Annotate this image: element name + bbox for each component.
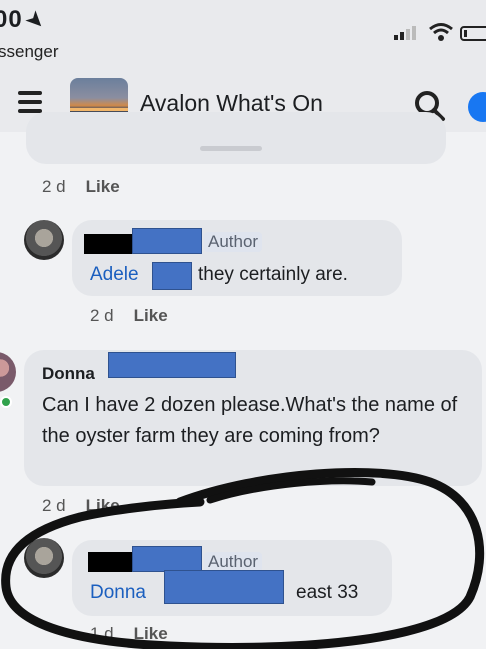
like-button[interactable]: Like: [134, 624, 168, 644]
author-badge: Author: [204, 552, 263, 572]
mention-link[interactable]: Donna: [90, 582, 146, 604]
status-time-text: 00: [0, 6, 23, 33]
like-button[interactable]: Like: [134, 306, 168, 326]
comments-feed: 2 d Like Author Adele they certainly are…: [0, 112, 486, 649]
comment-text: they certainly are.: [198, 264, 348, 285]
mention-link[interactable]: Adele: [90, 264, 139, 286]
comment-meta: 1 d Like: [90, 624, 168, 644]
comment-meta: 2 d Like: [42, 496, 120, 516]
comment-time: 2 d: [42, 177, 66, 196]
redaction-blue: [152, 262, 192, 290]
back-to-app-link[interactable]: ssenger: [0, 42, 58, 62]
comment-meta: 2 d Like: [42, 177, 120, 197]
redaction-blue: [108, 352, 236, 378]
location-arrow-icon: ➤: [21, 6, 50, 35]
redaction-blue: [132, 546, 202, 572]
previous-comment-bubble[interactable]: [26, 112, 446, 164]
signal-icon: [394, 26, 416, 40]
comment-time: 2 d: [42, 496, 66, 515]
scroll-handle: [200, 146, 262, 151]
wifi-icon: [429, 23, 453, 41]
commenter-name[interactable]: Donna: [42, 364, 95, 384]
menu-icon[interactable]: [18, 91, 42, 113]
avatar[interactable]: [0, 352, 16, 392]
status-time: 00➤: [0, 6, 49, 35]
redaction-black: [88, 552, 134, 572]
redaction-black: [84, 234, 134, 254]
like-button[interactable]: Like: [86, 496, 120, 516]
comment-time: 2 d: [90, 306, 114, 325]
comment-text: Can I have 2 dozen please.What's the nam…: [42, 394, 458, 447]
redaction-blue: [132, 228, 202, 254]
like-button[interactable]: Like: [86, 177, 120, 197]
comment-text: east 33: [296, 582, 359, 603]
comment-time: 1 d: [90, 624, 114, 643]
battery-icon: [460, 26, 486, 41]
messenger-icon[interactable]: [468, 92, 486, 122]
comment-meta: 2 d Like: [90, 306, 168, 326]
status-bar: 00➤ ssenger: [0, 0, 486, 66]
avatar[interactable]: [24, 538, 64, 578]
back-app-label: ssenger: [0, 42, 59, 61]
avatar[interactable]: [24, 220, 64, 260]
author-badge: Author: [204, 232, 263, 252]
redaction-blue: [164, 570, 284, 604]
online-status-dot: [0, 396, 12, 408]
